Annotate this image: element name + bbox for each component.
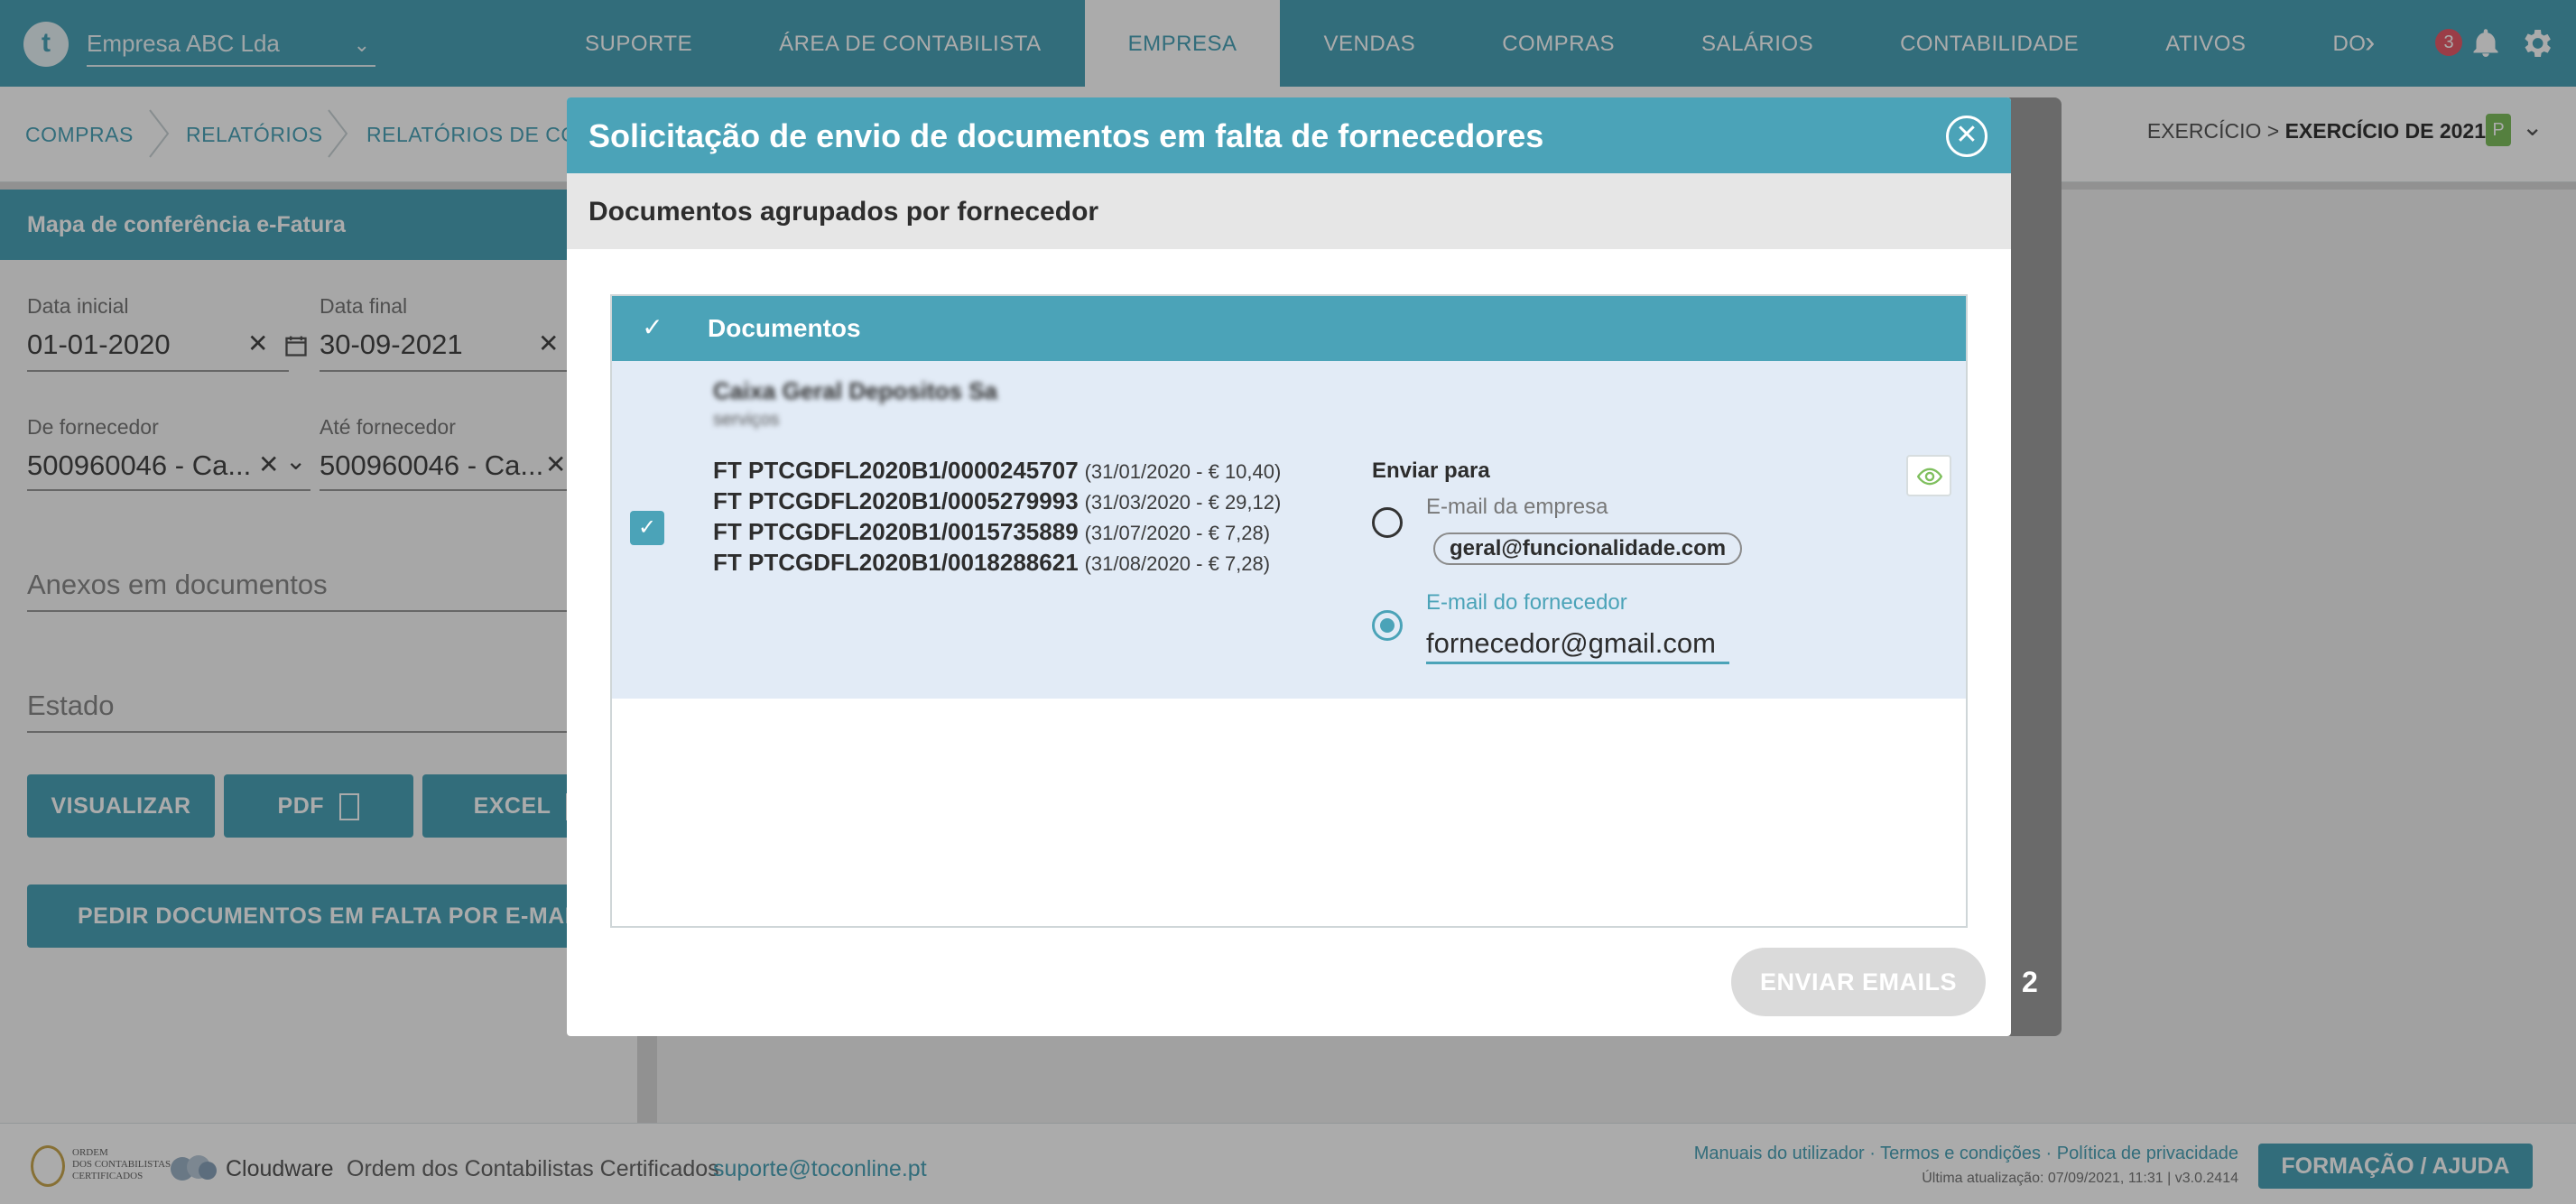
document-code: FT PTCGDFL2020B1/0018288621: [713, 549, 1079, 576]
document-line: FT PTCGDFL2020B1/0005279993 (31/03/2020 …: [713, 487, 1281, 515]
document-meta: (31/07/2020 - € 7,28): [1084, 522, 1271, 544]
dialog-subtitle: Documentos agrupados por fornecedor: [588, 197, 1099, 227]
document-line: FT PTCGDFL2020B1/0015735889 (31/07/2020 …: [713, 518, 1270, 546]
supplier-email-input[interactable]: [1426, 625, 1729, 664]
preview-button[interactable]: [1906, 455, 1951, 496]
request-documents-dialog: Solicitação de envio de documentos em fa…: [567, 97, 2011, 1036]
company-email-chip: geral@funcionalidade.com: [1433, 533, 1743, 565]
close-icon[interactable]: ✕: [1946, 116, 1988, 157]
supplier-subtitle: serviços: [713, 410, 780, 430]
company-email-option-label: E-mail da empresa: [1426, 495, 1608, 519]
document-code: FT PTCGDFL2020B1/0005279993: [713, 487, 1079, 514]
document-meta: (31/03/2020 - € 29,12): [1084, 491, 1282, 514]
send-emails-button[interactable]: ENVIAR EMAILS: [1731, 948, 1986, 1016]
row-checkbox[interactable]: ✓: [630, 511, 664, 545]
document-line: FT PTCGDFL2020B1/0000245707 (31/01/2020 …: [713, 457, 1281, 485]
document-code: FT PTCGDFL2020B1/0015735889: [713, 518, 1079, 545]
supplier-email-radio[interactable]: [1372, 610, 1403, 641]
table-row: ✓ Caixa Geral Depositos Sa serviços FT P…: [612, 361, 1966, 699]
supplier-name: Caixa Geral Depositos Sa: [713, 377, 998, 404]
behind-dialog-count: 2: [2022, 966, 2038, 998]
documents-table: ✓ Documentos ✓ Caixa Geral Depositos Sa …: [610, 294, 1968, 928]
document-meta: (31/08/2020 - € 7,28): [1084, 552, 1271, 575]
select-all-checkbox[interactable]: ✓: [639, 314, 666, 341]
table-header: ✓ Documentos: [612, 296, 1966, 361]
dialog-header: Solicitação de envio de documentos em fa…: [567, 97, 2011, 173]
table-header-label: Documentos: [708, 314, 861, 342]
dialog-title: Solicitação de envio de documentos em fa…: [588, 117, 1544, 154]
company-email-radio[interactable]: [1372, 507, 1403, 538]
eye-icon: [1917, 468, 1942, 486]
supplier-email-option-label: E-mail do fornecedor: [1426, 590, 1627, 615]
document-meta: (31/01/2020 - € 10,40): [1084, 460, 1282, 483]
dialog-subheader: Documentos agrupados por fornecedor: [567, 173, 2011, 249]
document-code: FT PTCGDFL2020B1/0000245707: [713, 457, 1079, 484]
document-line: FT PTCGDFL2020B1/0018288621 (31/08/2020 …: [713, 549, 1270, 577]
send-to-label: Enviar para: [1372, 458, 1490, 483]
